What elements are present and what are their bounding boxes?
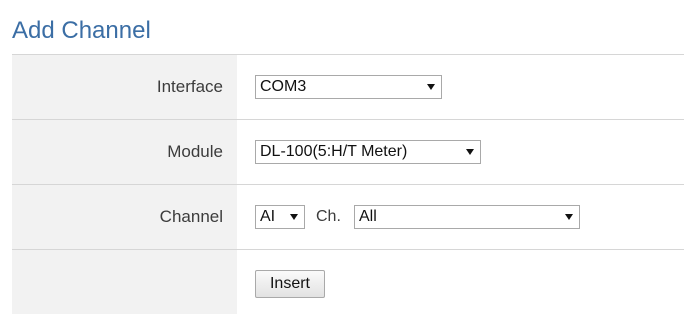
interface-label-cell: Interface xyxy=(12,55,237,119)
channel-row: Channel AI Ch. All xyxy=(12,185,684,250)
dropdown-arrow-icon xyxy=(427,84,435,90)
interface-select[interactable]: COM3 xyxy=(255,75,442,99)
ch-label: Ch. xyxy=(316,208,341,225)
module-label: Module xyxy=(167,142,223,161)
panel-title: Add Channel xyxy=(12,17,151,44)
interface-field-cell: COM3 xyxy=(237,55,684,119)
module-row: Module DL-100(5:H/T Meter) xyxy=(12,120,684,185)
add-channel-panel: Add Channel Interface COM3 Module DL-100… xyxy=(0,0,684,320)
channel-label: Channel xyxy=(159,207,223,226)
channel-number-value: All xyxy=(359,208,377,225)
channel-number-select[interactable]: All xyxy=(354,205,580,229)
interface-label: Interface xyxy=(156,77,223,96)
module-select-value: DL-100(5:H/T Meter) xyxy=(260,143,408,160)
channel-type-select[interactable]: AI xyxy=(255,205,305,229)
insert-field-cell: Insert xyxy=(237,250,684,314)
interface-select-value: COM3 xyxy=(260,78,307,95)
channel-type-value: AI xyxy=(260,208,276,225)
module-label-cell: Module xyxy=(12,120,237,184)
insert-row: Insert xyxy=(12,250,684,315)
dropdown-arrow-icon xyxy=(565,214,573,220)
insert-button[interactable]: Insert xyxy=(255,270,325,298)
channel-field-cell: AI Ch. All xyxy=(237,185,684,249)
channel-label-cell: Channel xyxy=(12,185,237,249)
insert-label-cell xyxy=(12,250,237,314)
module-field-cell: DL-100(5:H/T Meter) xyxy=(237,120,684,184)
interface-row: Interface COM3 xyxy=(12,55,684,120)
dropdown-arrow-icon xyxy=(290,214,298,220)
module-select[interactable]: DL-100(5:H/T Meter) xyxy=(255,140,481,164)
dropdown-arrow-icon xyxy=(466,149,474,155)
